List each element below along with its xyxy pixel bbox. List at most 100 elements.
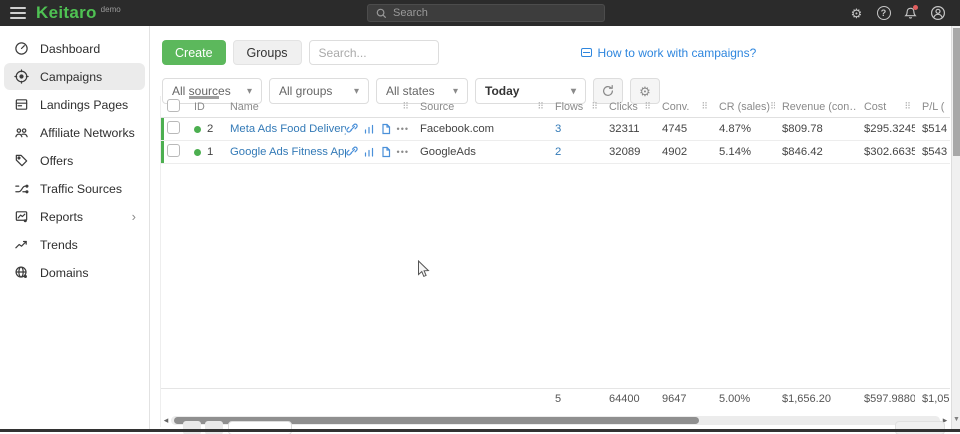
- column-header-cost[interactable]: Cost ⠿: [857, 96, 915, 118]
- campaigns-search-input[interactable]: [309, 40, 439, 65]
- row-actions: •••: [346, 123, 409, 135]
- column-header-revenue[interactable]: Revenue (con… ⠿: [775, 96, 857, 118]
- column-header-pl[interactable]: P/L (: [915, 96, 950, 118]
- window-bottom-edge: [0, 429, 960, 432]
- reports-icon: [13, 209, 29, 225]
- vertical-scrollbar[interactable]: ▼: [951, 26, 960, 429]
- sidebar-label: Landings Pages: [40, 98, 128, 112]
- global-search[interactable]: [367, 4, 605, 22]
- vscroll-thumb[interactable]: [953, 28, 960, 156]
- campaign-report-icon[interactable]: [380, 146, 392, 158]
- campaign-name-link[interactable]: Google Ads Fitness App Split: [230, 146, 346, 158]
- hamburger-menu-icon[interactable]: [10, 7, 26, 19]
- summary-pl: $1,05: [915, 393, 950, 405]
- pagination-right-button[interactable]: [895, 421, 945, 434]
- pagination-next-button[interactable]: [205, 421, 223, 434]
- chevron-down-icon: ▾: [571, 86, 576, 97]
- conv-cell: 4745: [655, 123, 712, 135]
- domains-globe-icon: [13, 265, 29, 281]
- sidebar-item-trends[interactable]: Trends: [4, 231, 145, 258]
- sidebar-item-affiliate-networks[interactable]: Affiliate Networks: [4, 119, 145, 146]
- column-header-clicks[interactable]: Clicks ⠿: [602, 96, 655, 118]
- drag-handle-icon[interactable]: ⠿: [644, 102, 651, 111]
- summary-conv: 9647: [655, 393, 712, 405]
- column-header-name[interactable]: Name ⠿: [223, 96, 413, 118]
- help-link-label: How to work with campaigns?: [598, 46, 757, 60]
- dashboard-gauge-icon: [13, 41, 29, 57]
- campaign-link-icon[interactable]: [346, 123, 358, 135]
- traffic-sources-icon: [13, 181, 29, 197]
- help-icon[interactable]: ?: [875, 5, 892, 22]
- campaigns-target-icon: [13, 69, 29, 85]
- column-header-id[interactable]: ID: [187, 96, 223, 118]
- drag-handle-icon[interactable]: ⠿: [591, 102, 598, 111]
- create-button[interactable]: Create: [162, 40, 226, 65]
- sidebar-item-traffic-sources[interactable]: Traffic Sources: [4, 175, 145, 202]
- notifications-bell-icon[interactable]: [902, 5, 919, 22]
- sidebar-label: Reports: [40, 210, 83, 224]
- summary-clicks: 64400: [602, 393, 655, 405]
- sidebar-item-reports[interactable]: Reports ›: [4, 203, 145, 230]
- cost-cell: $302.6635: [857, 146, 915, 158]
- status-active-dot: [194, 149, 201, 156]
- campaign-stats-icon[interactable]: [363, 146, 375, 158]
- cost-cell: $295.3245: [857, 123, 915, 135]
- summary-revenue: $1,656.20: [775, 393, 857, 405]
- table-summary-row: 5 64400 9647 5.00% $1,656.20 $597.9880 $…: [161, 388, 950, 409]
- column-header-source[interactable]: Source ⠿: [413, 96, 548, 118]
- pl-cell: $514: [915, 123, 950, 135]
- sidebar-item-campaigns[interactable]: Campaigns: [4, 63, 145, 90]
- user-icon: [930, 5, 946, 21]
- drag-handle-icon[interactable]: ⠿: [537, 102, 544, 111]
- table-row[interactable]: 2 Meta Ads Food Delivery Promo ••• Faceb…: [161, 118, 950, 141]
- topbar-actions: ⚙ ?: [848, 0, 946, 26]
- campaign-report-icon[interactable]: [380, 123, 392, 135]
- more-actions-icon[interactable]: •••: [397, 147, 409, 157]
- sidebar-label: Trends: [40, 238, 78, 252]
- sidebar-item-domains[interactable]: Domains: [4, 259, 145, 286]
- row-checkbox[interactable]: [167, 121, 180, 134]
- drag-handle-icon[interactable]: ⠿: [402, 102, 409, 111]
- sidebar-item-dashboard[interactable]: Dashboard: [4, 35, 145, 62]
- settings-gear-icon[interactable]: ⚙: [848, 5, 865, 22]
- sidebar: Dashboard Campaigns Landings Pages Affil…: [0, 26, 150, 429]
- chevron-down-icon: ▾: [247, 86, 252, 97]
- column-header-cr[interactable]: CR (sales) ⠿: [712, 96, 775, 118]
- select-all-checkbox[interactable]: [167, 99, 180, 112]
- summary-cost: $597.9880: [857, 393, 915, 405]
- page-size-select[interactable]: [228, 421, 292, 434]
- help-article-link[interactable]: How to work with campaigns?: [581, 46, 757, 60]
- more-actions-icon[interactable]: •••: [397, 124, 409, 134]
- topbar: Keitaro demo ⚙ ?: [0, 0, 960, 26]
- drag-handle-icon[interactable]: ⠿: [701, 102, 708, 111]
- column-header-flows[interactable]: Flows ⠿: [548, 96, 602, 118]
- pl-cell: $543: [915, 146, 950, 158]
- global-search-input[interactable]: [393, 7, 604, 19]
- flows-link[interactable]: 2: [555, 146, 561, 158]
- scroll-left-arrow[interactable]: ◂: [161, 415, 171, 426]
- summary-cr: 5.00%: [712, 393, 775, 405]
- campaign-link-icon[interactable]: [346, 146, 358, 158]
- book-icon: [581, 48, 592, 57]
- flows-link[interactable]: 3: [555, 123, 561, 135]
- sidebar-item-landings-pages[interactable]: Landings Pages: [4, 91, 145, 118]
- campaign-stats-icon[interactable]: [363, 123, 375, 135]
- account-avatar-icon[interactable]: [929, 5, 946, 22]
- source-cell: GoogleAds: [413, 146, 548, 158]
- pagination-prev-button[interactable]: [183, 421, 201, 434]
- sidebar-item-offers[interactable]: Offers: [4, 147, 145, 174]
- groups-button[interactable]: Groups: [233, 40, 302, 65]
- campaign-id: 1: [207, 146, 213, 158]
- affiliate-networks-icon: [13, 125, 29, 141]
- table-header-row: ID Name ⠿ Source ⠿ Flows ⠿ Clicks ⠿: [161, 96, 950, 118]
- column-header-conv[interactable]: Conv. ⠿: [655, 96, 712, 118]
- campaign-name-link[interactable]: Meta Ads Food Delivery Promo: [230, 123, 346, 135]
- drag-handle-icon[interactable]: ⠿: [904, 102, 911, 111]
- table-row[interactable]: 1 Google Ads Fitness App Split ••• Googl…: [161, 141, 950, 164]
- scroll-down-arrow[interactable]: ▼: [952, 416, 960, 423]
- sidebar-label: Traffic Sources: [40, 182, 122, 196]
- campaigns-table: ID Name ⠿ Source ⠿ Flows ⠿ Clicks ⠿: [160, 96, 950, 427]
- cr-cell: 4.87%: [712, 123, 775, 135]
- row-checkbox[interactable]: [167, 144, 180, 157]
- chevron-down-icon: ▾: [354, 86, 359, 97]
